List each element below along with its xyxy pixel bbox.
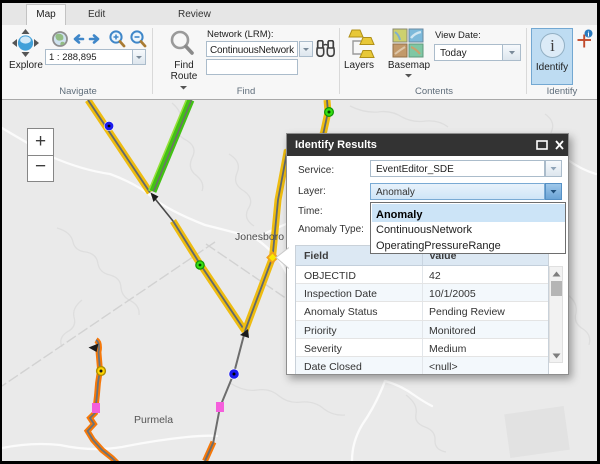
svg-text:i: i	[588, 30, 590, 38]
svg-text:Purmela: Purmela	[134, 414, 173, 426]
svg-text:Jonesboro: Jonesboro	[235, 231, 284, 243]
